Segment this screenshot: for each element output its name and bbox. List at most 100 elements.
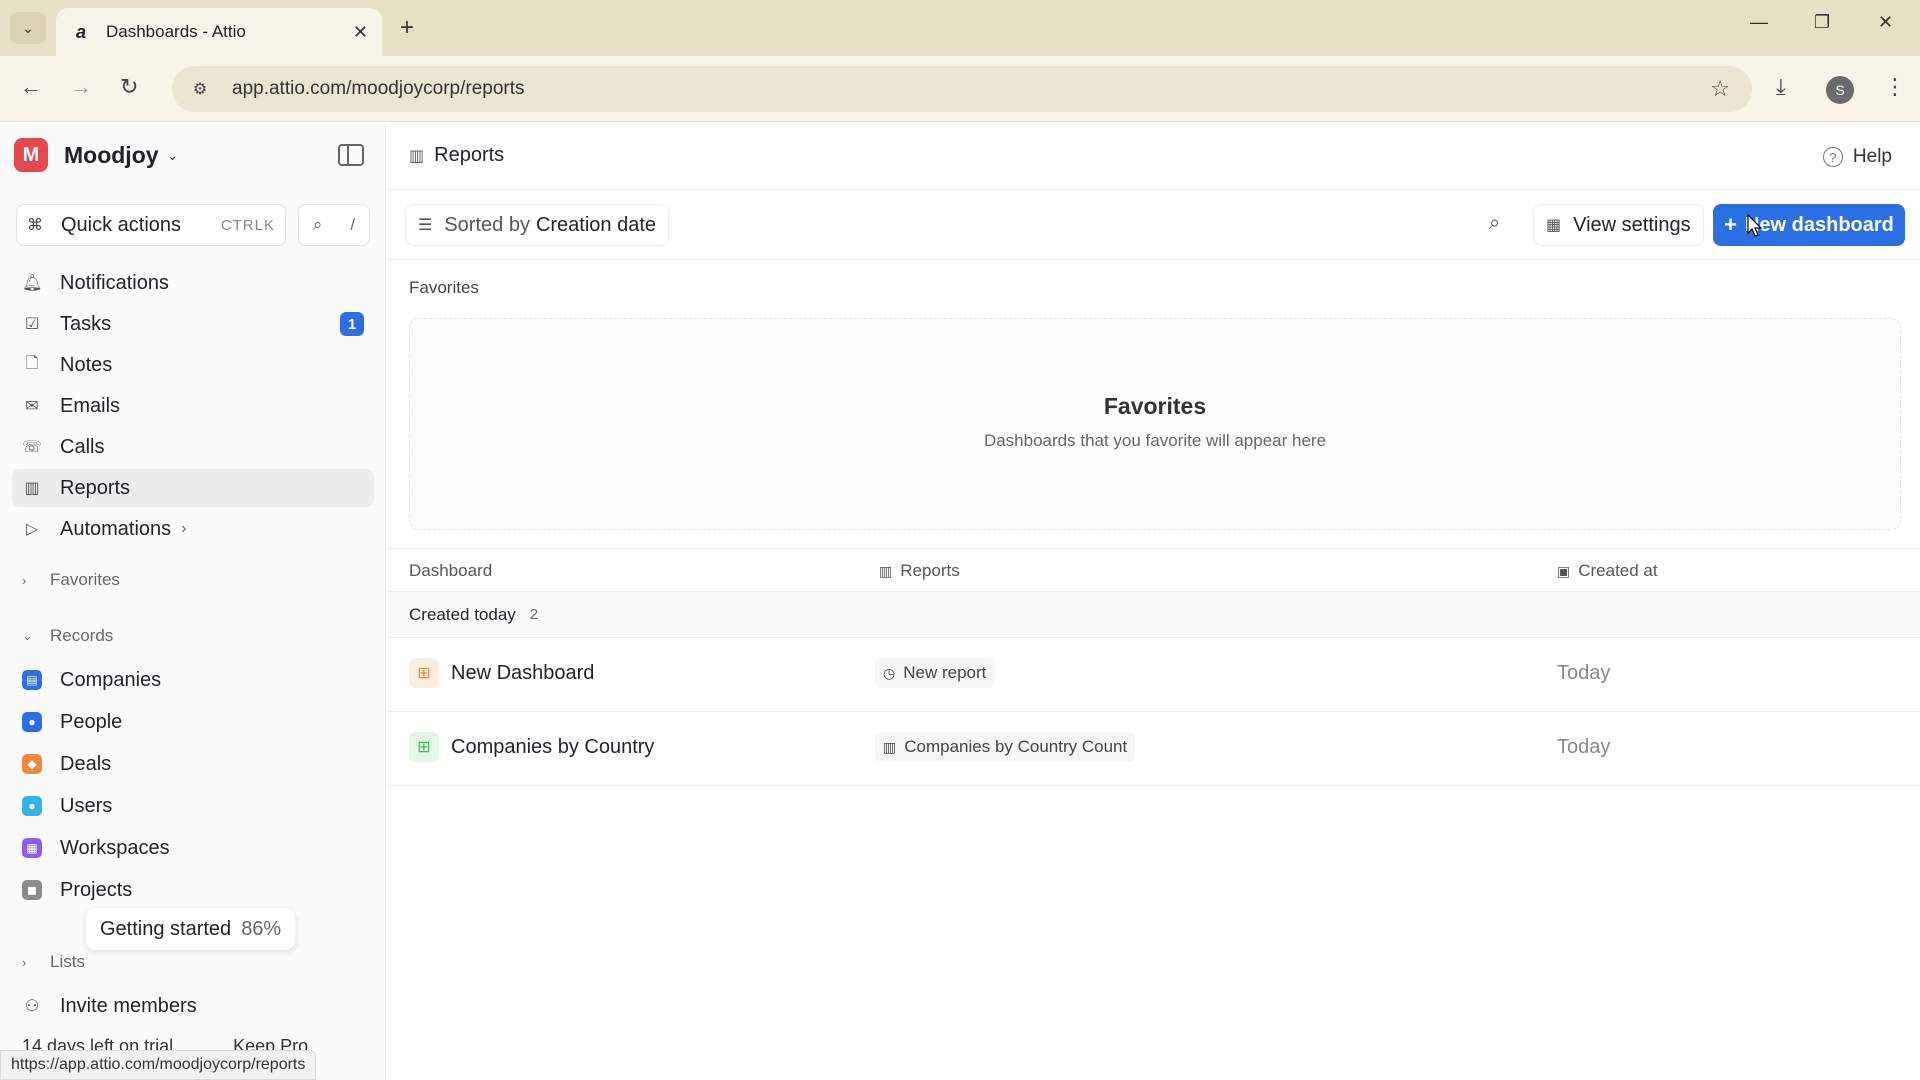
section-label: Lists xyxy=(50,952,85,972)
column-reports[interactable]: ▥ Reports xyxy=(879,561,960,581)
new-dashboard-button[interactable]: + New dashboard xyxy=(1713,204,1905,246)
workspace-name: Moodjoy xyxy=(64,142,159,169)
new-tab-button[interactable]: + xyxy=(400,14,414,42)
chevron-right-icon: › xyxy=(181,520,186,538)
help-button[interactable]: ? Help xyxy=(1823,146,1892,168)
play-icon: ▷ xyxy=(22,519,42,539)
url-text[interactable]: app.attio.com/moodjoycorp/reports xyxy=(232,78,525,100)
browser-tab[interactable]: a Dashboards - Attio ✕ xyxy=(56,8,382,56)
forward-icon[interactable]: → xyxy=(70,74,92,100)
tab-search-button[interactable]: ⌄ xyxy=(10,12,46,44)
restore-icon[interactable]: ❐ xyxy=(1814,12,1830,33)
back-icon[interactable]: ← xyxy=(20,74,42,100)
report-chip-label: New report xyxy=(903,663,986,683)
report-chip[interactable]: ◷ New report xyxy=(875,658,994,688)
chevron-right-icon: › xyxy=(22,573,42,588)
sidebar-item-label: Calls xyxy=(60,436,104,459)
sidebar-item-reports[interactable]: ▥ Reports xyxy=(12,469,374,507)
sidebar-item-label: Workspaces xyxy=(60,837,170,860)
sidebar-item-companies[interactable]: ▤ Companies xyxy=(12,661,374,699)
close-tab-icon[interactable]: ✕ xyxy=(353,22,368,43)
column-dashboard[interactable]: Dashboard xyxy=(409,561,492,581)
sidebar: M Moodjoy ⌄ ⌘ Quick actions CTRLK ⌕ / 🔔︎… xyxy=(0,122,386,1080)
report-chip[interactable]: ▥ Companies by Country Count xyxy=(875,732,1135,762)
sidebar-item-notes[interactable]: 🗋 Notes xyxy=(12,346,374,384)
created-at-value: Today xyxy=(1557,736,1610,759)
help-label: Help xyxy=(1853,146,1892,168)
sidebar-search-button[interactable]: ⌕ / xyxy=(298,204,370,246)
sidebar-item-users[interactable]: ● Users xyxy=(12,787,374,825)
table-header: Dashboard ▥ Reports ▣ Created at xyxy=(387,548,1920,592)
sidebar-item-label: Emails xyxy=(60,395,120,418)
tab-title: Dashboards - Attio xyxy=(106,22,353,42)
lists-section-toggle[interactable]: › Lists xyxy=(22,952,85,972)
sidebar-item-label: Projects xyxy=(60,879,132,902)
sidebar-item-label: Notifications xyxy=(60,272,169,295)
new-dashboard-label: New dashboard xyxy=(1745,214,1894,237)
sidebar-item-notifications[interactable]: 🔔︎ Notifications xyxy=(12,264,374,302)
workspace-switcher[interactable]: M Moodjoy ⌄ xyxy=(14,138,178,172)
deal-icon: ◆ xyxy=(22,754,42,774)
sidebar-item-workspaces[interactable]: ▦ Workspaces xyxy=(12,829,374,867)
download-icon[interactable]: ⤓ xyxy=(1776,74,1786,100)
address-bar[interactable]: ⚙ app.attio.com/moodjoycorp/reports ☆ xyxy=(172,66,1752,112)
sidebar-item-emails[interactable]: ✉ Emails xyxy=(12,387,374,425)
sort-button[interactable]: ☰ Sorted by Creation date xyxy=(405,204,669,246)
browser-menu-icon[interactable]: ⋮ xyxy=(1884,74,1906,100)
getting-started-popover[interactable]: Getting started 86% xyxy=(86,908,295,950)
quick-actions-button[interactable]: ⌘ Quick actions CTRLK xyxy=(16,204,286,246)
close-window-icon[interactable]: ✕ xyxy=(1878,12,1893,33)
search-icon[interactable]: ⌕ xyxy=(1489,212,1500,235)
records-section-toggle[interactable]: ⌄ Records xyxy=(22,626,113,646)
column-created-at[interactable]: ▣ Created at xyxy=(1557,561,1658,581)
invite-members-button[interactable]: ⚇ Invite members xyxy=(12,987,374,1025)
sidebar-item-label: Automations xyxy=(60,518,171,541)
chart-icon: ▥ xyxy=(22,478,42,498)
minimize-icon[interactable]: — xyxy=(1750,12,1768,33)
note-icon: 🗋 xyxy=(22,352,42,379)
user-icon: ● xyxy=(22,796,42,816)
group-count: 2 xyxy=(530,606,538,623)
sidebar-item-deals[interactable]: ◆ Deals xyxy=(12,745,374,783)
column-label: Created at xyxy=(1578,561,1657,581)
table-row[interactable]: ⊞ Companies by Country ▥ Companies by Co… xyxy=(387,712,1920,786)
link-preview-status: https://app.attio.com/moodjoycorp/report… xyxy=(0,1050,316,1080)
report-chip-label: Companies by Country Count xyxy=(904,737,1127,757)
page-header: ▥ Reports ? Help xyxy=(387,122,1920,190)
favorites-section-toggle[interactable]: › Favorites xyxy=(22,570,120,590)
plus-icon: + xyxy=(1724,212,1737,238)
site-info-icon[interactable]: ⚙ xyxy=(186,75,214,103)
sidebar-item-projects[interactable]: ◼ Projects xyxy=(12,871,374,909)
sidebar-item-people[interactable]: ● People xyxy=(12,703,374,741)
bell-icon: 🔔︎ xyxy=(22,273,42,293)
table-row[interactable]: ⊞ New Dashboard ◷ New report Today xyxy=(387,638,1920,712)
view-settings-label: View settings xyxy=(1573,214,1690,237)
dashboard-name[interactable]: New Dashboard xyxy=(451,662,594,685)
sidebar-item-label: Users xyxy=(60,795,112,818)
view-settings-button[interactable]: ▦ View settings xyxy=(1533,204,1704,246)
collapse-sidebar-icon[interactable] xyxy=(338,144,364,166)
profile-avatar[interactable]: S xyxy=(1826,76,1854,104)
sidebar-item-tasks[interactable]: ☑ Tasks 1 xyxy=(12,305,374,343)
sidebar-item-label: Deals xyxy=(60,753,111,776)
quick-actions-shortcut: CTRLK xyxy=(221,217,275,234)
sidebar-item-label: Notes xyxy=(60,354,112,377)
sort-value: Creation date xyxy=(536,214,656,237)
favorites-empty-subtitle: Dashboards that you favorite will appear… xyxy=(410,431,1900,451)
calendar-icon: ▣ xyxy=(1557,563,1570,580)
created-at-value: Today xyxy=(1557,662,1610,685)
sidebar-item-calls[interactable]: ☏ Calls xyxy=(12,428,374,466)
getting-started-label: Getting started xyxy=(100,918,231,941)
dashboard-name[interactable]: Companies by Country xyxy=(451,736,654,759)
dashboard-grid-icon: ⊞ xyxy=(409,732,439,762)
section-label: Records xyxy=(50,626,113,646)
browser-tab-bar: ⌄ a Dashboards - Attio ✕ + — ❐ ✕ xyxy=(0,0,1920,56)
group-header-created-today[interactable]: Created today 2 xyxy=(387,592,1920,638)
bookmark-star-icon[interactable]: ☆ xyxy=(1710,76,1730,102)
chevron-right-icon: › xyxy=(22,955,42,970)
clock-icon: ◷ xyxy=(883,665,895,682)
sidebar-item-automations[interactable]: ▷ Automations › xyxy=(12,510,374,548)
attio-app: M Moodjoy ⌄ ⌘ Quick actions CTRLK ⌕ / 🔔︎… xyxy=(0,122,1920,1080)
page-title: ▥ Reports xyxy=(409,144,504,167)
reload-icon[interactable]: ↻ xyxy=(120,74,138,100)
